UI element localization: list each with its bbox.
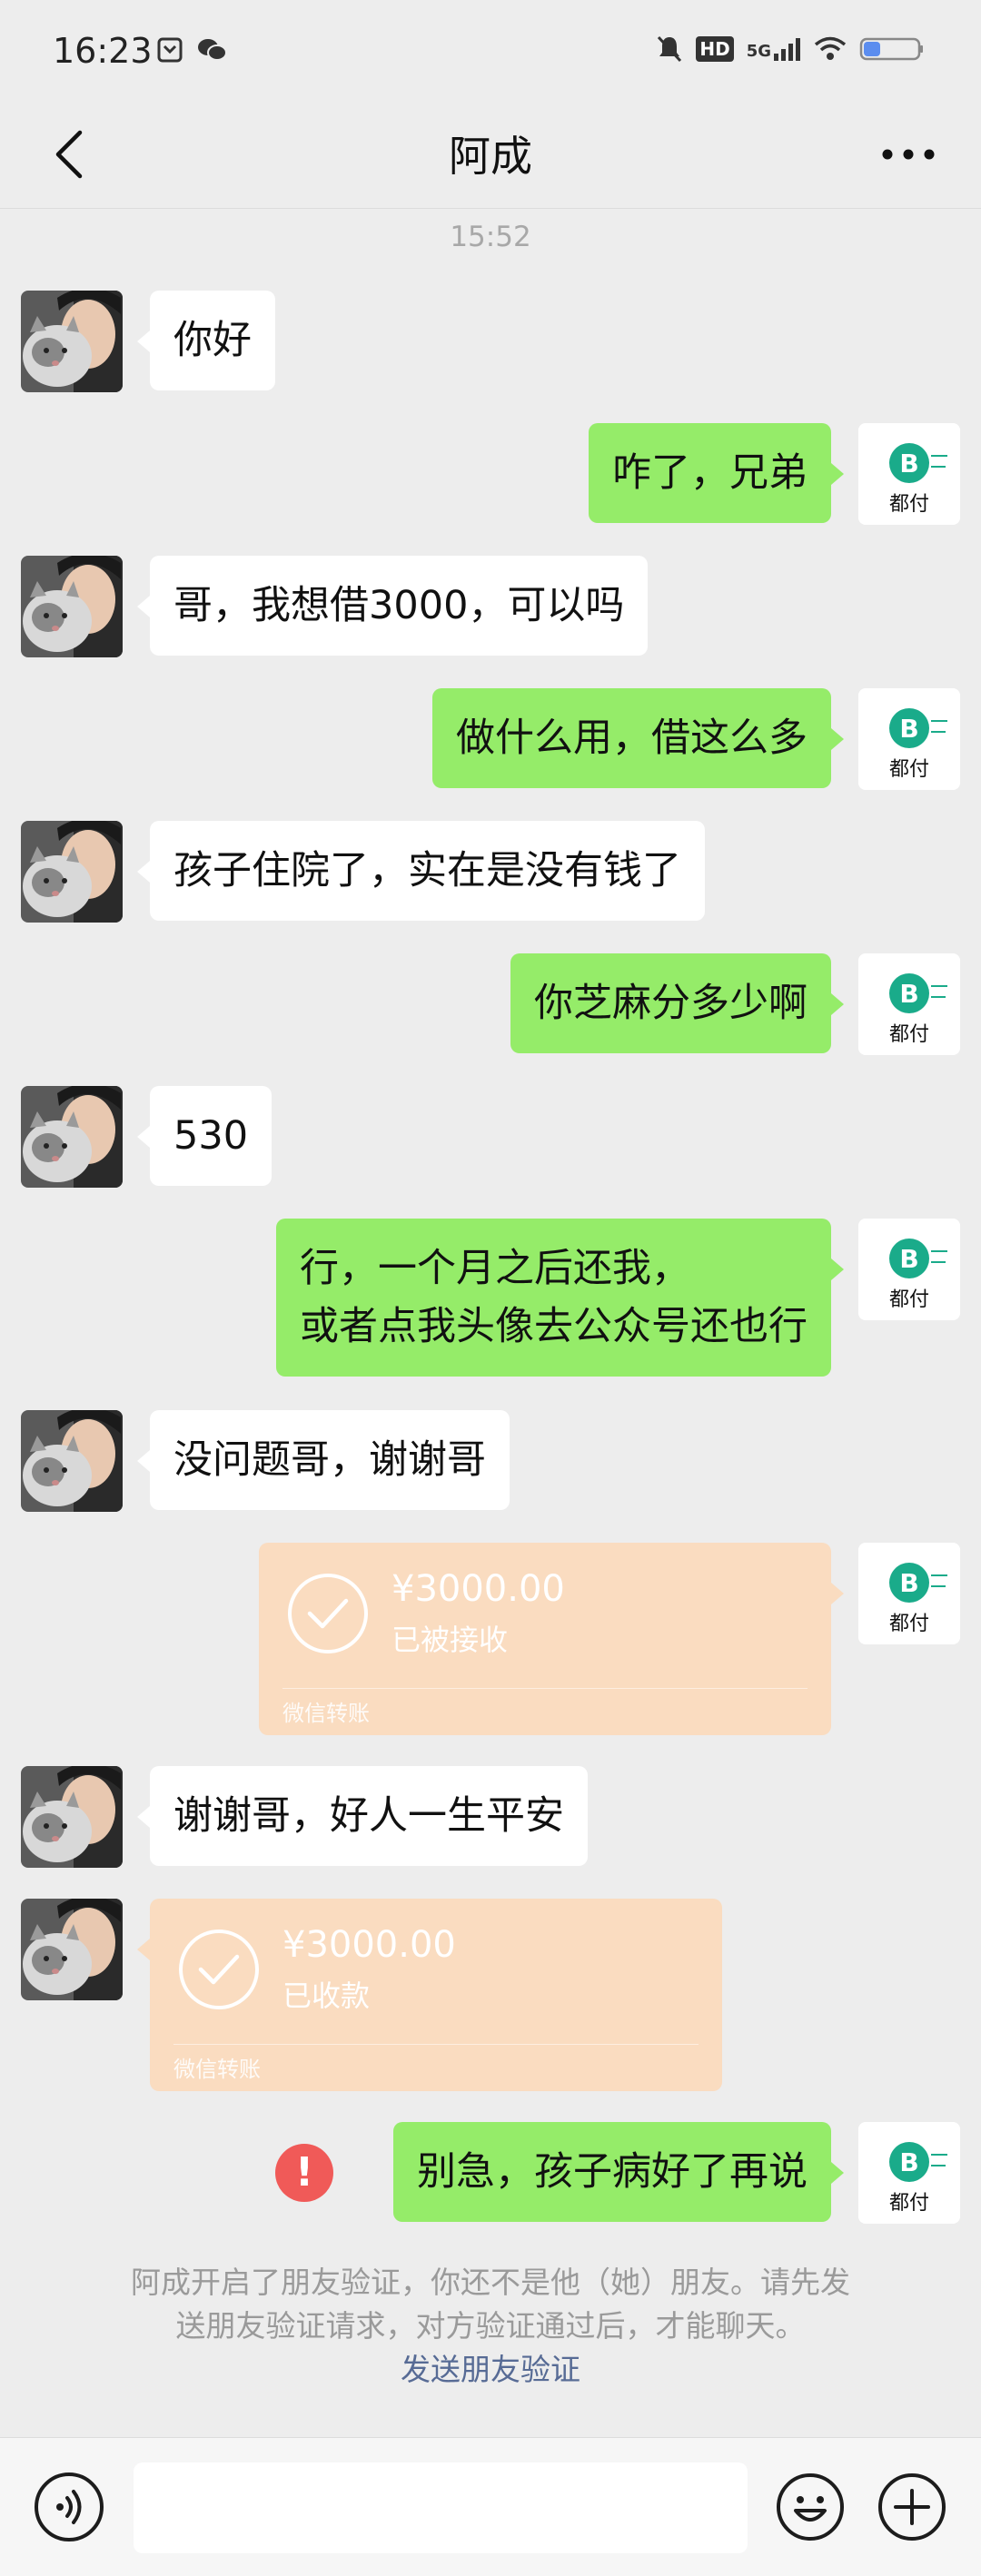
contact-avatar[interactable] [21,1899,123,2000]
message-bubble[interactable]: 孩子住院了，实在是没有钱了 [137,821,705,921]
message-bubble[interactable]: 你芝麻分多少啊 [510,953,844,1053]
message-bubble[interactable]: 哥，我想借3000，可以吗 [136,556,649,656]
title-bar: 阿成 [0,100,981,209]
transfer-amount: ¥3000.00 [282,1924,456,1966]
contact-avatar[interactable] [21,1766,123,1868]
check-circle-icon [288,1574,368,1653]
self-avatar[interactable]: 都付 [858,423,960,525]
message-text-line: 行，一个月之后还我， [300,1246,690,1291]
self-avatar-label: 都付 [889,1023,929,1046]
transfer-status: 已被接收 [391,1623,509,1657]
notice-line: 送朋友验证请求，对方验证通过后，才能聊天。 [175,2308,806,2344]
send-verification-link[interactable]: 发送朋友验证 [82,2348,899,2392]
self-avatar-label: 都付 [889,493,929,516]
notice-line: 阿成开启了朋友验证，你还不是他（她）朋友。请先发 [131,2265,850,2300]
network-5g-label: 5G [746,42,771,61]
chat-timestamp: 15:52 [450,221,531,253]
self-avatar-label: 都付 [889,1288,929,1311]
message-bubble[interactable]: 谢谢哥，好人一生平安 [137,1766,588,1866]
self-avatar[interactable]: 都付 [858,1219,960,1320]
contact-avatar[interactable] [21,821,123,923]
friend-verification-notice: 阿成开启了朋友验证，你还不是他（她）朋友。请先发 送朋友验证请求，对方验证通过后… [82,2261,899,2392]
title-divider [0,208,981,209]
plus-icon [878,2473,946,2541]
message-bubble[interactable]: 做什么用，借这么多 [432,688,844,788]
message-text: 谢谢哥，好人一生平安 [173,1793,564,1839]
message-bubble[interactable]: 别急，孩子病好了再说 [393,2122,844,2222]
contact-avatar[interactable] [21,556,123,657]
message-text: 没问题哥，谢谢哥 [173,1437,486,1483]
message-text-line: 或者点我头像去公众号还也行 [300,1304,808,1349]
self-avatar[interactable]: 都付 [858,1543,960,1644]
wechat-icon [198,39,227,61]
screenshot-icon [157,37,183,63]
self-avatar[interactable]: 都付 [858,688,960,790]
more-button[interactable] [872,127,945,182]
self-avatar[interactable]: 都付 [858,953,960,1055]
status-time: 16:23 [53,31,153,71]
message-text: 你芝麻分多少啊 [534,981,808,1026]
message-bubble[interactable]: 咋了，兄弟 [589,423,844,523]
emoji-button[interactable] [776,2472,845,2541]
message-text: 530 [173,1113,249,1159]
voice-icon [56,2490,82,2524]
transfer-divider [173,2044,699,2045]
more-dots-icon [882,149,935,160]
transfer-status: 已收款 [282,1979,371,2013]
message-text: 你好 [173,318,252,363]
message-text: 哥，我想借3000，可以吗 [173,583,625,628]
message-text: 别急，孩子病好了再说 [417,2149,808,2195]
self-avatar-label: 都付 [889,1613,929,1635]
transfer-card[interactable]: ¥3000.00 已被接收 微信转账 [259,1543,844,1735]
message-text: 咋了，兄弟 [612,450,808,496]
contact-avatar[interactable] [21,1086,123,1188]
more-functions-button[interactable] [877,2472,946,2541]
voice-button[interactable] [35,2472,104,2541]
mute-icon [658,35,682,63]
transfer-card[interactable]: ¥3000.00 已收款 微信转账 [137,1899,722,2091]
input-bar [0,2437,981,2576]
check-circle-icon [179,1930,259,2009]
signal-icon [774,38,800,61]
emoji-icon [777,2473,844,2541]
message-bubble[interactable]: 没问题哥，谢谢哥 [137,1410,510,1510]
wifi-icon [814,36,847,60]
contact-avatar[interactable] [21,291,123,392]
battery-icon [859,37,923,61]
transfer-label: 微信转账 [173,2057,261,2082]
self-avatar-label: 都付 [889,2192,929,2215]
contact-avatar[interactable] [21,1410,123,1512]
message-text: 孩子住院了，实在是没有钱了 [173,848,681,893]
transfer-divider [282,1688,808,1689]
self-avatar-label: 都付 [889,758,929,781]
send-failed-icon[interactable]: ! [275,2144,333,2202]
transfer-amount: ¥3000.00 [391,1568,565,1610]
transfer-label: 微信转账 [282,1701,370,1726]
message-bubble[interactable]: 530 [136,1086,272,1186]
message-text: 做什么用，借这么多 [456,716,808,761]
hd-icon: HD [696,36,734,62]
message-input[interactable] [134,2462,748,2553]
send-failed-symbol: ! [294,2149,314,2196]
self-avatar[interactable]: 都付 [858,2122,960,2224]
message-bubble[interactable]: 你好 [137,291,275,390]
status-bar: 16:23 HD 5G [0,0,981,100]
message-bubble[interactable]: 行，一个月之后还我， 或者点我头像去公众号还也行 [276,1219,844,1377]
chat-title: 阿成 [449,132,532,181]
